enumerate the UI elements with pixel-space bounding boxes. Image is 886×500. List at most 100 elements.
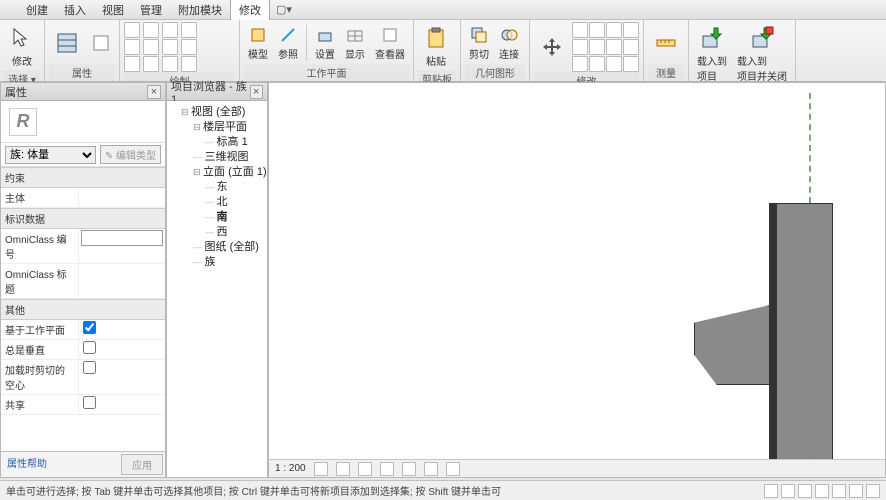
- extend-icon[interactable]: [589, 39, 605, 55]
- family-type-select[interactable]: 族: 体量: [5, 146, 96, 164]
- model-button[interactable]: 模型: [244, 23, 272, 63]
- drag-elements-icon[interactable]: [866, 484, 880, 498]
- crop-view-icon[interactable]: [402, 462, 416, 476]
- scale-icon[interactable]: [572, 56, 588, 72]
- offset2-icon[interactable]: [589, 22, 605, 38]
- menu-overflow-icon[interactable]: ▢▾: [270, 1, 298, 18]
- crop-region-icon[interactable]: [424, 462, 438, 476]
- always-vertical-checkbox[interactable]: [83, 341, 96, 354]
- spline-tool-icon[interactable]: [143, 39, 159, 55]
- tree-families[interactable]: 族: [193, 255, 265, 270]
- ribbon-group-workplane: 模型 参照 设置 显示 查看器 工作平面: [240, 20, 414, 81]
- paste-button[interactable]: 粘贴: [418, 22, 454, 70]
- tan-tool-icon[interactable]: [162, 56, 178, 72]
- join-button[interactable]: 连接: [495, 23, 523, 63]
- menu-addins[interactable]: 附加模块: [170, 0, 230, 20]
- delete-icon[interactable]: [623, 56, 639, 72]
- model-icon: [248, 25, 268, 45]
- circle-tool-icon[interactable]: [162, 22, 178, 38]
- shared-checkbox[interactable]: [83, 396, 96, 409]
- prop-row: OmniClass 编号: [1, 229, 165, 264]
- measure-button[interactable]: [648, 27, 684, 59]
- menu-bar: 创建 插入 视图 管理 附加模块 修改 ▢▾: [0, 0, 886, 20]
- edit-type-button[interactable]: ✎ 编辑类型: [100, 145, 161, 164]
- properties-help-link[interactable]: 属性帮助: [1, 452, 119, 477]
- ribbon-group-modify: 修改: [530, 20, 644, 81]
- show-button[interactable]: 显示: [341, 23, 369, 63]
- close-icon[interactable]: ×: [147, 85, 161, 99]
- tree-views[interactable]: 视图 (全部) 楼层平面 标高 1 三维视图 立面 (立面 1) 东 北 南 西: [181, 105, 265, 270]
- line-tool-icon[interactable]: [124, 22, 140, 38]
- array-icon[interactable]: [623, 39, 639, 55]
- ribbon-label: 测量: [648, 64, 684, 81]
- select-links-icon[interactable]: [798, 484, 812, 498]
- select-pinned-icon[interactable]: [832, 484, 846, 498]
- editable-only-icon[interactable]: [781, 484, 795, 498]
- rect-tool-icon[interactable]: [143, 22, 159, 38]
- workplane-based-checkbox[interactable]: [83, 321, 96, 334]
- bracket-shape[interactable]: [694, 305, 770, 385]
- menu-modify[interactable]: 修改: [230, 0, 270, 20]
- tree-north[interactable]: 北: [205, 195, 265, 210]
- sun-path-icon[interactable]: [358, 462, 372, 476]
- type-props-icon: [91, 33, 111, 53]
- pin-icon[interactable]: [589, 56, 605, 72]
- tree-elevations[interactable]: 立面 (立面 1) 东 北 南 西: [193, 165, 265, 240]
- omniclass-number-input[interactable]: [81, 230, 163, 246]
- mirror-icon[interactable]: [606, 22, 622, 38]
- visual-style-icon[interactable]: [336, 462, 350, 476]
- scale-display[interactable]: 1 : 200: [275, 463, 306, 474]
- fillet-tool-icon[interactable]: [181, 39, 197, 55]
- viewer-button[interactable]: 查看器: [371, 23, 409, 63]
- tree-sheets[interactable]: 图纸 (全部): [193, 240, 265, 255]
- trim2-icon[interactable]: [572, 39, 588, 55]
- cut-voids-checkbox[interactable]: [83, 361, 96, 374]
- menu-insert[interactable]: 插入: [56, 0, 94, 20]
- drawing-canvas[interactable]: 1 : 200: [268, 82, 886, 478]
- column-shape[interactable]: [769, 203, 833, 478]
- detail-level-icon[interactable]: [314, 462, 328, 476]
- close-icon[interactable]: ×: [250, 85, 264, 99]
- move-icon: [538, 33, 566, 61]
- menu-view[interactable]: 视图: [94, 0, 132, 20]
- menu-create[interactable]: 创建: [18, 0, 56, 20]
- rotate-icon[interactable]: [623, 22, 639, 38]
- shadows-icon[interactable]: [380, 462, 394, 476]
- project-browser-panel: 项目浏览器 - 族1 × 视图 (全部) 楼层平面 标高 1 三维视图 立面 (…: [166, 82, 268, 478]
- select-underlay-icon[interactable]: [815, 484, 829, 498]
- load-close-button[interactable]: 载入到 项目并关闭: [733, 22, 791, 85]
- menu-manage[interactable]: 管理: [132, 0, 170, 20]
- tree-south[interactable]: 南: [205, 210, 265, 225]
- load-to-project-button[interactable]: 载入到 项目: [693, 22, 731, 85]
- set-button[interactable]: 设置: [311, 23, 339, 63]
- offset-tool-icon[interactable]: [143, 56, 159, 72]
- view-control-bar: 1 : 200: [269, 459, 885, 477]
- properties-icon: [53, 29, 81, 57]
- ribbon-group-family-editor: 载入到 项目 载入到 项目并关闭 族编辑器: [689, 20, 796, 81]
- unpin-icon[interactable]: [606, 56, 622, 72]
- tree-east[interactable]: 东: [205, 180, 265, 195]
- tree-west[interactable]: 西: [205, 225, 265, 240]
- hide-isolate-icon[interactable]: [446, 462, 460, 476]
- trim-tool-icon[interactable]: [181, 56, 197, 72]
- cut-button[interactable]: 剪切: [465, 23, 493, 63]
- tree-floorplans[interactable]: 楼层平面 标高 1: [193, 120, 265, 150]
- type-props-button[interactable]: [87, 31, 115, 55]
- ref-button[interactable]: 参照: [274, 23, 302, 63]
- move-button[interactable]: [534, 31, 570, 63]
- select-face-icon[interactable]: [849, 484, 863, 498]
- filter-icon[interactable]: [764, 484, 778, 498]
- pick-tool-icon[interactable]: [124, 56, 140, 72]
- polygon-tool-icon[interactable]: [124, 39, 140, 55]
- arc-tool-icon[interactable]: [181, 22, 197, 38]
- column-centerline: [809, 213, 811, 478]
- section-header: 约束: [1, 167, 165, 188]
- split2-icon[interactable]: [606, 39, 622, 55]
- align-icon[interactable]: [572, 22, 588, 38]
- tree-3dviews[interactable]: 三维视图: [193, 150, 265, 165]
- tree-level1[interactable]: 标高 1: [205, 135, 265, 150]
- ellipse-tool-icon[interactable]: [162, 39, 178, 55]
- apply-button[interactable]: 应用: [121, 454, 163, 475]
- modify-button[interactable]: 修改: [4, 22, 40, 70]
- properties-button[interactable]: [49, 27, 85, 59]
